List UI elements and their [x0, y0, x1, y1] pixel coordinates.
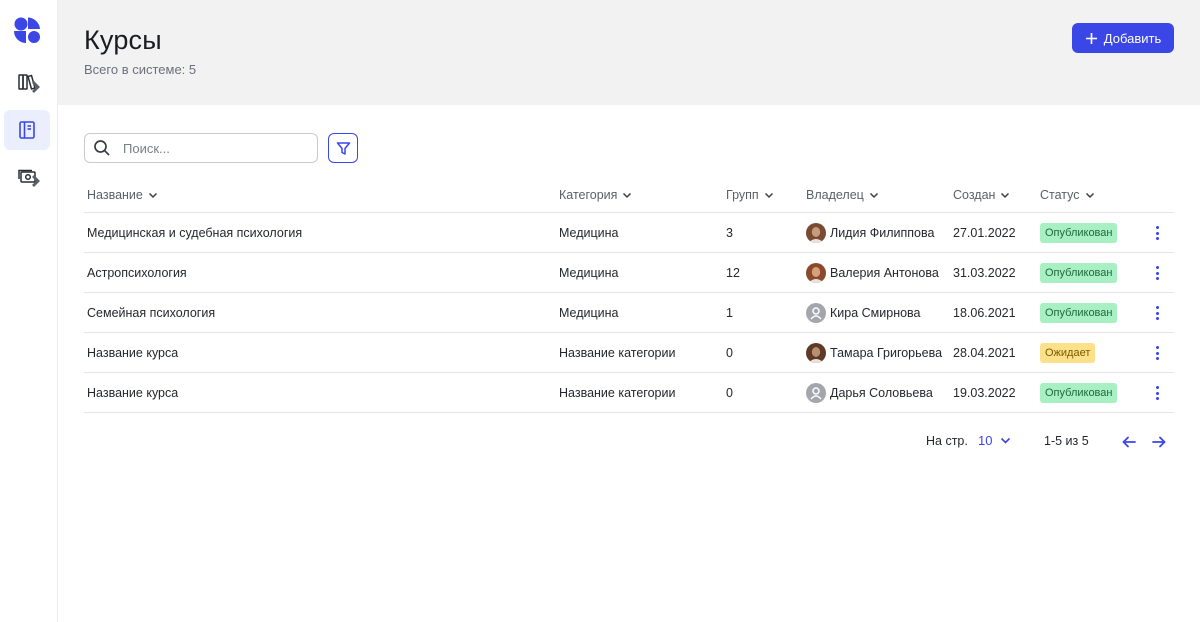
course-name: Медицинская и судебная психология: [87, 226, 303, 240]
sidebar-item-payments[interactable]: [4, 156, 50, 196]
avatar: [806, 223, 826, 243]
sidebar-item-courses[interactable]: [4, 110, 50, 150]
arrow-right-icon[interactable]: [1151, 434, 1167, 450]
page-subtitle: Всего в системе: 5: [84, 62, 197, 77]
course-created-date: 27.01.2022: [953, 226, 1016, 240]
chevron-down-icon: [148, 192, 157, 198]
chevron-down-icon: [869, 192, 878, 198]
course-owner: Дарья Соловьева: [806, 383, 933, 403]
arrow-left-icon[interactable]: [1121, 434, 1137, 450]
sidebar: [0, 0, 58, 622]
table-row[interactable]: Медицинская и судебная психология Медицин…: [84, 213, 1174, 253]
status-badge: Опубликован: [1040, 303, 1118, 323]
course-category: Название категории: [559, 386, 676, 400]
course-groups-count: 0: [726, 386, 733, 400]
more-actions-icon[interactable]: [1154, 345, 1160, 361]
table-row[interactable]: Название курса Название категории 0 Дарья С…: [84, 373, 1174, 413]
course-category: Медицина: [559, 226, 619, 240]
chevron-down-icon: [1085, 192, 1094, 198]
course-owner: Тамара Григорьева: [806, 343, 942, 363]
column-label: Название: [87, 188, 143, 202]
course-name: Название курса: [87, 346, 179, 360]
column-label: Категория: [559, 188, 618, 202]
chevron-down-icon: [1001, 192, 1010, 198]
course-groups-count: 1: [726, 306, 733, 320]
notebook-icon: [19, 121, 35, 139]
owner-name: Валерия Антонова: [830, 266, 939, 280]
course-groups-count: 12: [726, 266, 740, 280]
table-row[interactable]: Семейная психология Медицина 1 Кира Смирнов…: [84, 293, 1174, 333]
table-row[interactable]: Название курса Название категории 0 Тамара …: [84, 333, 1174, 373]
filter-icon: [336, 141, 350, 155]
more-actions-icon[interactable]: [1154, 385, 1160, 401]
avatar: [806, 383, 826, 403]
per-page-label: На стр.: [926, 434, 968, 448]
table-body: Медицинская и судебная психология Медицин…: [84, 213, 1174, 413]
owner-name: Лидия Филиппова: [830, 226, 935, 240]
sidebar-item-library[interactable]: [4, 62, 50, 102]
search-input[interactable]: [123, 140, 293, 156]
chevron-down-icon: [764, 192, 773, 198]
column-label: Групп: [726, 188, 759, 202]
plus-icon: [1085, 32, 1097, 44]
course-groups-count: 3: [726, 226, 733, 240]
column-label: Создан: [953, 188, 996, 202]
course-category: Название категории: [559, 346, 676, 360]
chevron-down-icon: [623, 192, 632, 198]
avatar: [806, 303, 826, 323]
avatar: [806, 263, 826, 283]
course-groups-count: 0: [726, 346, 733, 360]
chevron-right-icon: [32, 175, 40, 187]
chevron-right-icon: [32, 81, 40, 93]
course-category: Медицина: [559, 266, 619, 280]
course-created-date: 28.04.2021: [953, 346, 1016, 360]
course-name: Семейная психология: [87, 306, 216, 320]
column-label: Владелец: [806, 188, 864, 202]
page-title: Курсы: [84, 25, 162, 55]
status-badge: Опубликован: [1040, 383, 1118, 403]
course-owner: Валерия Антонова: [806, 263, 939, 283]
avatar: [806, 343, 826, 363]
table-header: Название Категория Групп Владелец Создан…: [84, 177, 1174, 213]
more-actions-icon[interactable]: [1154, 265, 1160, 281]
add-course-button[interactable]: Добавить: [1072, 23, 1174, 53]
search-icon: [94, 140, 110, 156]
course-created-date: 19.03.2022: [953, 386, 1016, 400]
status-badge: Опубликован: [1040, 223, 1118, 243]
owner-name: Дарья Соловьева: [830, 386, 933, 400]
app-logo[interactable]: [13, 16, 41, 44]
column-header-category[interactable]: Категория: [559, 188, 632, 202]
owner-name: Тамара Григорьева: [830, 346, 943, 360]
column-header-name[interactable]: Название: [87, 188, 158, 202]
course-owner: Кира Смирнова: [806, 303, 921, 323]
filter-button[interactable]: [328, 133, 358, 163]
search-box[interactable]: [84, 133, 318, 163]
page-header: Курсы Всего в системе: 5 Добавить: [58, 0, 1200, 105]
course-name: Название курса: [87, 386, 179, 400]
courses-table: Название Категория Групп Владелец Создан…: [84, 177, 1174, 413]
status-badge: Опубликован: [1040, 263, 1118, 283]
table-row[interactable]: Астропсихология Медицина 12 Валерия Антонов…: [84, 253, 1174, 293]
column-header-groups[interactable]: Групп: [726, 188, 774, 202]
column-header-status[interactable]: Статус: [1040, 188, 1095, 202]
per-page-select[interactable]: 10: [978, 433, 1011, 448]
add-button-label: Добавить: [1103, 30, 1162, 46]
course-created-date: 31.03.2022: [953, 266, 1016, 280]
status-badge: Ожидает: [1040, 343, 1096, 363]
page-range: 1-5 из 5: [1044, 434, 1089, 448]
course-owner: Лидия Филиппова: [806, 223, 934, 243]
course-created-date: 18.06.2021: [953, 306, 1016, 320]
column-label: Статус: [1040, 188, 1080, 202]
chevron-down-icon: [1001, 437, 1011, 444]
owner-name: Кира Смирнова: [830, 306, 921, 320]
per-page-value: 10: [978, 433, 993, 448]
more-actions-icon[interactable]: [1154, 305, 1160, 321]
column-header-owner[interactable]: Владелец: [806, 188, 879, 202]
column-header-created[interactable]: Создан: [953, 188, 1010, 202]
more-actions-icon[interactable]: [1154, 225, 1160, 241]
course-category: Медицина: [559, 306, 619, 320]
course-name: Астропсихология: [87, 266, 187, 280]
